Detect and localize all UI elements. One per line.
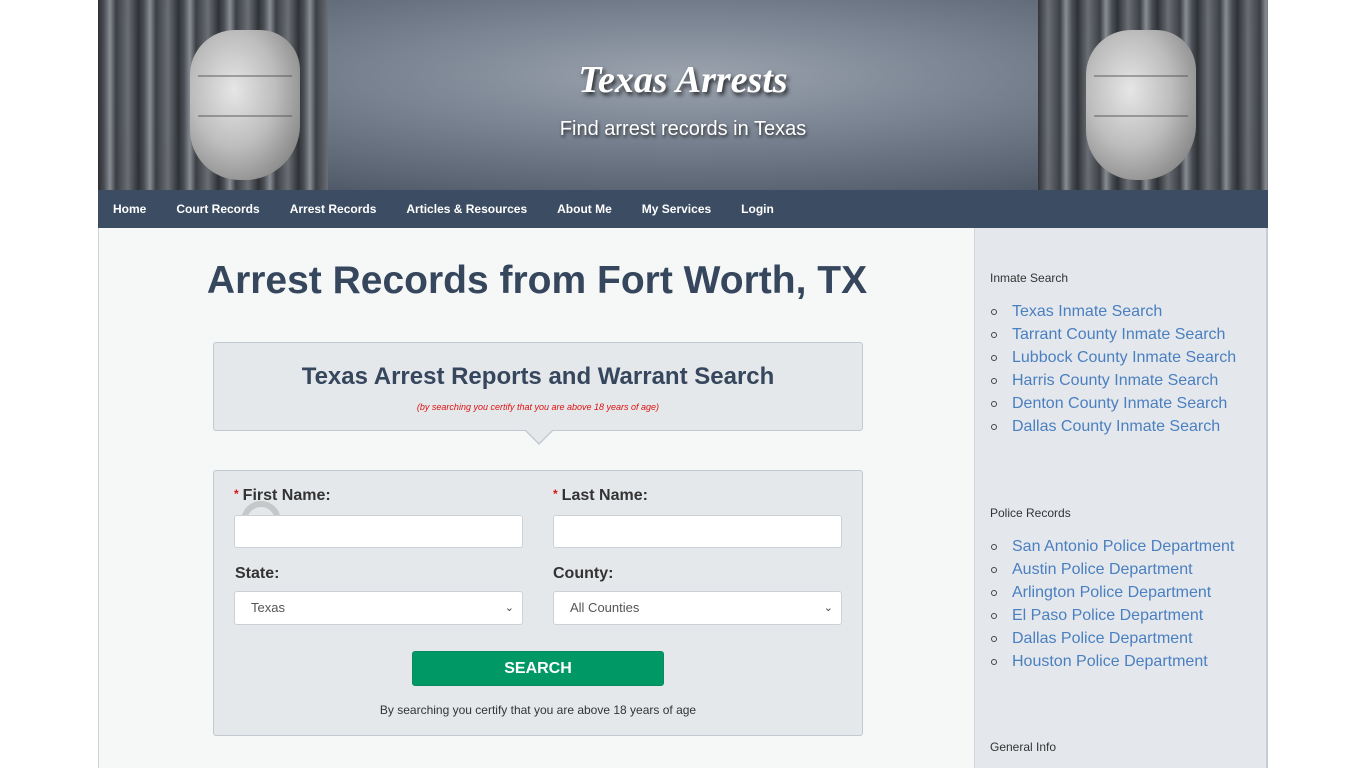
site-title[interactable]: Texas Arrests [98, 58, 1268, 102]
list-item: Lubbock County Inmate Search [990, 346, 1236, 369]
sidebar-link[interactable]: Houston Police Department [1012, 653, 1208, 671]
sidebar-heading-general-info: General Info [990, 740, 1057, 754]
bullet-icon [991, 612, 997, 619]
sidebar-link[interactable]: Dallas Police Department [1012, 630, 1193, 648]
bullet-icon [991, 354, 997, 361]
police-records-links: San Antonio Police Department Austin Pol… [990, 535, 1234, 673]
sidebar-link[interactable]: Harris County Inmate Search [1012, 372, 1218, 390]
nav-about-me[interactable]: About Me [557, 202, 612, 216]
list-item: Dallas Police Department [990, 627, 1234, 650]
nav-court-records[interactable]: Court Records [176, 202, 259, 216]
search-button[interactable]: SEARCH [412, 651, 664, 686]
sidebar-heading-police-records: Police Records [990, 506, 1071, 520]
sidebar-link[interactable]: Dallas County Inmate Search [1012, 418, 1220, 436]
last-name-input[interactable] [553, 515, 842, 548]
bullet-icon [991, 635, 997, 642]
fist-image-left [190, 30, 300, 180]
bullet-icon [991, 400, 997, 407]
first-name-input[interactable] [234, 515, 523, 548]
sidebar-link[interactable]: Tarrant County Inmate Search [1012, 326, 1225, 344]
county-label: County: [553, 565, 614, 582]
page-title: Arrest Records from Fort Worth, TX [206, 259, 868, 302]
bullet-icon [991, 308, 997, 315]
bullet-icon [991, 589, 997, 596]
inmate-search-links: Texas Inmate Search Tarrant County Inmat… [990, 300, 1236, 438]
state-select[interactable]: Texas ⌄ [234, 591, 523, 625]
list-item: Austin Police Department [990, 558, 1234, 581]
nav-login[interactable]: Login [741, 202, 774, 216]
chevron-down-icon: ⌄ [504, 602, 514, 614]
nav-my-services[interactable]: My Services [642, 202, 711, 216]
list-item: Dallas County Inmate Search [990, 415, 1236, 438]
sidebar-link[interactable]: El Paso Police Department [1012, 607, 1203, 625]
nav-articles-resources[interactable]: Articles & Resources [406, 202, 527, 216]
last-name-label-text: Last Name: [561, 487, 648, 504]
search-form: * First Name: * Last Name: State: Texas ⌄ … [213, 470, 863, 736]
county-selected-value: All Counties [570, 600, 640, 615]
chevron-down-icon: ⌄ [823, 602, 833, 614]
first-name-label: * First Name: [234, 487, 331, 505]
bullet-icon [991, 423, 997, 430]
required-marker: * [553, 487, 558, 501]
sidebar-heading-inmate-search: Inmate Search [990, 271, 1069, 285]
state-label: State: [235, 565, 280, 582]
last-name-label: * Last Name: [553, 487, 648, 505]
list-item: Harris County Inmate Search [990, 369, 1236, 392]
site-tagline: Find arrest records in Texas [559, 118, 807, 140]
sidebar: Inmate Search Texas Inmate Search Tarran… [974, 228, 1268, 768]
sidebar-link[interactable]: Texas Inmate Search [1012, 303, 1162, 321]
required-marker: * [234, 487, 239, 501]
search-header-box: Texas Arrest Reports and Warrant Search … [213, 342, 863, 445]
bullet-icon [991, 658, 997, 665]
fist-image-right [1086, 30, 1196, 180]
sidebar-link[interactable]: San Antonio Police Department [1012, 538, 1234, 556]
age-disclaimer-note: (by searching you certify that you are a… [416, 402, 660, 412]
state-selected-value: Texas [251, 600, 285, 615]
sidebar-link[interactable]: Austin Police Department [1012, 561, 1193, 579]
sidebar-link[interactable]: Denton County Inmate Search [1012, 395, 1227, 413]
list-item: Tarrant County Inmate Search [990, 323, 1236, 346]
list-item: San Antonio Police Department [990, 535, 1234, 558]
county-select[interactable]: All Counties ⌄ [553, 591, 842, 625]
bullet-icon [991, 543, 997, 550]
site-header: Texas Arrests Find arrest records in Tex… [98, 0, 1268, 190]
main-nav: Home Court Records Arrest Records Articl… [98, 190, 1268, 228]
bullet-icon [991, 331, 997, 338]
search-heading: Texas Arrest Reports and Warrant Search [301, 363, 775, 390]
list-item: Houston Police Department [990, 650, 1234, 673]
nav-home[interactable]: Home [113, 202, 146, 216]
callout-arrow [525, 430, 553, 445]
list-item: Texas Inmate Search [990, 300, 1236, 323]
bullet-icon [991, 566, 997, 573]
list-item: El Paso Police Department [990, 604, 1234, 627]
nav-arrest-records[interactable]: Arrest Records [290, 202, 377, 216]
sidebar-link[interactable]: Lubbock County Inmate Search [1012, 349, 1236, 367]
page: Texas Arrests Find arrest records in Tex… [98, 0, 1268, 768]
list-item: Denton County Inmate Search [990, 392, 1236, 415]
bullet-icon [991, 377, 997, 384]
age-certification-note: By searching you certify that you are ab… [379, 703, 697, 717]
sidebar-link[interactable]: Arlington Police Department [1012, 584, 1211, 602]
main-content: Arrest Records from Fort Worth, TX Texas… [98, 228, 974, 768]
list-item: Arlington Police Department [990, 581, 1234, 604]
